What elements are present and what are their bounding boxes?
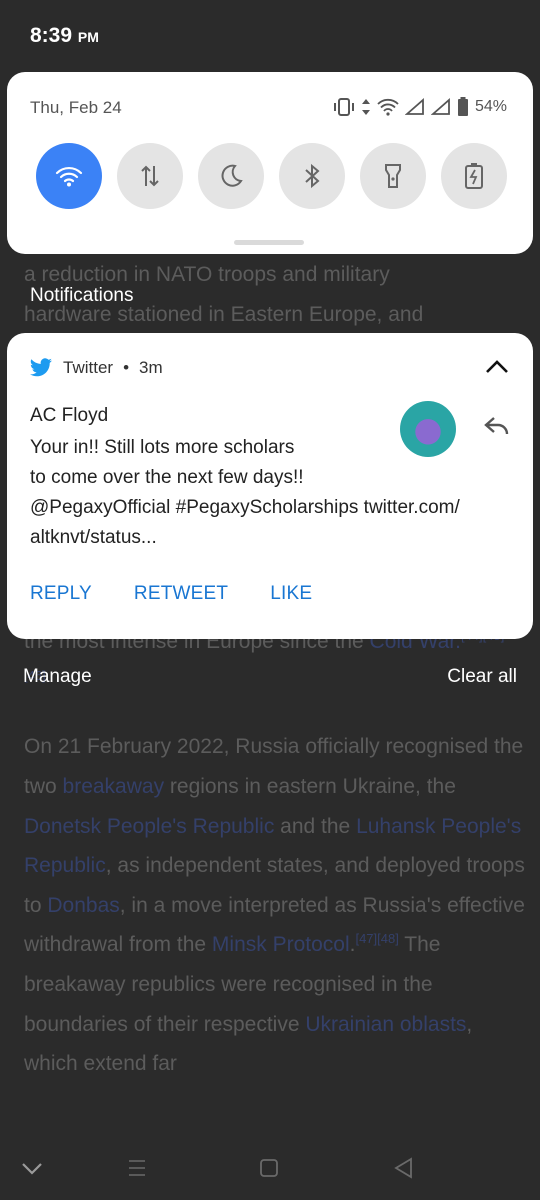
- article-refs[interactable]: [47][48]: [355, 931, 398, 946]
- qs-tiles: [36, 143, 507, 209]
- qs-date: Thu, Feb 24: [30, 98, 122, 117]
- signal-icon-2: [430, 98, 450, 115]
- notification-app-name: Twitter: [63, 358, 114, 377]
- bluetooth-tile[interactable]: [279, 143, 345, 209]
- notification-time: 3m: [139, 358, 163, 377]
- menu-icon[interactable]: [127, 1156, 147, 1180]
- like-button[interactable]: LIKE: [270, 583, 312, 605]
- vibrate-icon: [333, 98, 354, 116]
- sender-avatar: [400, 401, 456, 457]
- drag-handle[interactable]: [234, 240, 304, 245]
- article-link[interactable]: Donetsk People's Republic: [24, 815, 274, 838]
- article-link[interactable]: Minsk Protocol: [212, 933, 350, 956]
- notification-separator: •: [123, 358, 130, 377]
- home-icon[interactable]: [259, 1156, 279, 1180]
- back-icon[interactable]: [393, 1156, 415, 1180]
- battery-percent: 54%: [474, 98, 507, 115]
- status-bar: 8:39 PM: [0, 0, 540, 72]
- clock-ampm: PM: [77, 29, 99, 45]
- manage-button[interactable]: Manage: [23, 666, 92, 688]
- qs-status-icons: 54%: [333, 97, 507, 117]
- notification-actions: REPLY RETWEET LIKE: [30, 583, 312, 605]
- wifi-status-icon: [377, 98, 399, 116]
- data-toggle-icon: [141, 165, 159, 187]
- twitter-notification[interactable]: Twitter • 3m AC Floyd Your in!! Still lo…: [7, 333, 533, 639]
- notifications-header: Notifications: [30, 285, 134, 306]
- article-text: regions in eastern Ukraine, the: [164, 774, 456, 798]
- article-text: a reduction in NATO troops and military: [24, 263, 390, 286]
- article-paragraph: On 21 February 2022, Russia officially r…: [24, 727, 526, 1083]
- message-line: altknvt/status...: [30, 527, 157, 548]
- battery-saver-tile[interactable]: [441, 143, 507, 209]
- notification-sender: AC Floyd: [30, 405, 109, 426]
- chevron-up-icon[interactable]: [485, 359, 509, 375]
- flashlight-tile[interactable]: [360, 143, 426, 209]
- reply-icon[interactable]: [483, 415, 511, 437]
- moon-icon: [221, 164, 243, 187]
- message-line: to come over the next few days!!: [30, 467, 304, 488]
- twitter-bird-icon: [30, 358, 52, 377]
- data-arrows-icon: [361, 99, 370, 115]
- article-text: and the: [274, 814, 357, 838]
- chevron-down-icon[interactable]: [20, 1156, 44, 1180]
- bluetooth-icon: [305, 163, 320, 189]
- battery-icon: [457, 97, 468, 116]
- wifi-icon: [55, 166, 83, 187]
- clock: 8:39 PM: [30, 24, 99, 48]
- signal-icon-1: [404, 98, 424, 115]
- message-line: Your in!! Still lots more scholars: [30, 437, 295, 458]
- article-link[interactable]: Donbas: [47, 894, 119, 917]
- battery-saver-icon: [465, 163, 483, 189]
- wifi-tile[interactable]: [36, 143, 102, 209]
- quick-settings-panel: Thu, Feb 24 54%: [7, 72, 533, 254]
- clock-time: 8:39: [30, 24, 73, 47]
- article-link[interactable]: breakaway: [63, 775, 165, 798]
- retweet-button[interactable]: RETWEET: [134, 583, 228, 605]
- article-link[interactable]: Ukrainian oblasts: [305, 1013, 466, 1036]
- dnd-tile[interactable]: [198, 143, 264, 209]
- flashlight-icon: [385, 164, 401, 188]
- message-line: @PegaxyOfficial #PegaxyScholarships twit…: [30, 497, 460, 518]
- notification-app-row: Twitter • 3m: [29, 358, 163, 378]
- navigation-bar: [0, 1140, 540, 1200]
- reply-button[interactable]: REPLY: [30, 583, 92, 605]
- mobile-data-tile[interactable]: [117, 143, 183, 209]
- clear-all-button[interactable]: Clear all: [447, 666, 517, 688]
